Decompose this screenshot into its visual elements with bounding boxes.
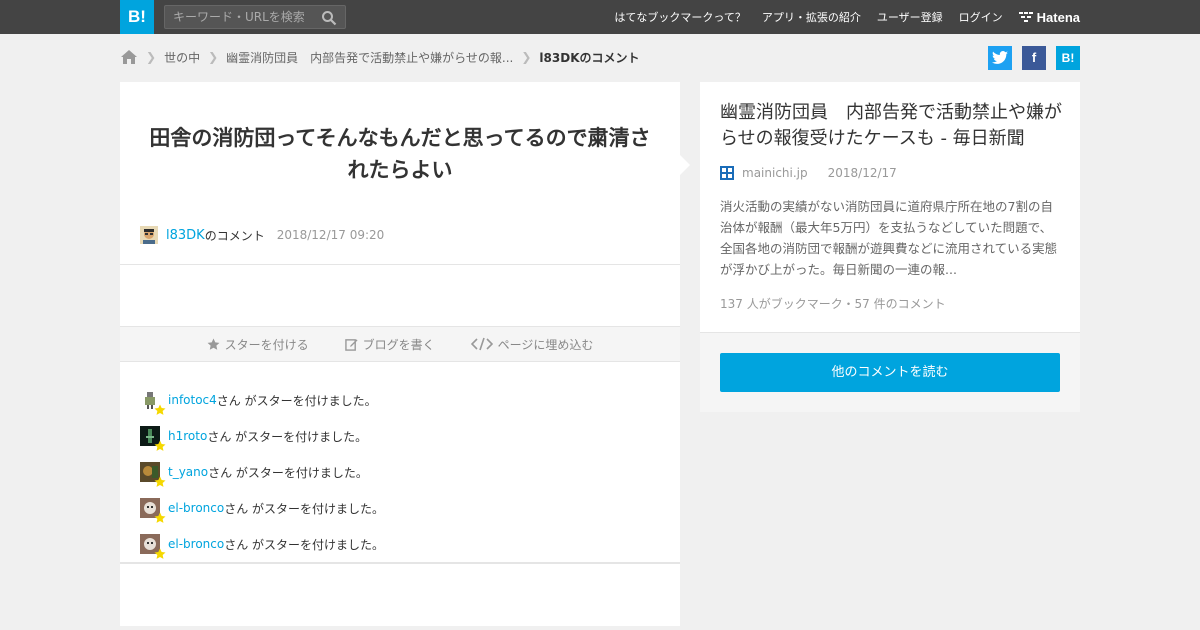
article-source: mainichi.jp 2018/12/17	[720, 166, 897, 180]
top-bar: B! はてなブックマークって？ アプリ・拡張の紹介 ユーザー登録 ログイン Ha…	[0, 0, 1200, 34]
star-user-link[interactable]: t_yano	[168, 465, 208, 479]
article-card-footer: 他のコメントを読む	[700, 333, 1080, 412]
add-star-label: スターを付ける	[224, 337, 309, 352]
nav-register[interactable]: ユーザー登録	[877, 9, 943, 25]
avatar[interactable]	[140, 390, 166, 415]
hatena-bookmark-button[interactable]: B!	[1056, 46, 1080, 70]
star-user-link[interactable]: infotoc4	[168, 393, 217, 407]
write-blog-button[interactable]: ブログを書く	[344, 336, 435, 353]
hatena-logo-icon	[1018, 12, 1033, 22]
search-input[interactable]	[165, 6, 315, 28]
edit-icon	[344, 338, 358, 351]
star-item: h1roto さん がスターを付けました。	[140, 418, 660, 454]
comment-date[interactable]: 2018/12/17 09:20	[277, 228, 385, 242]
star-icon	[154, 440, 166, 451]
star-icon	[154, 548, 166, 559]
divider	[120, 562, 680, 564]
star-item: el-bronco さん がスターを付けました。	[140, 526, 660, 562]
star-text: さん がスターを付けました。	[224, 537, 385, 552]
comment-user-link[interactable]: l83DK	[166, 228, 205, 243]
star-list: infotoc4 さん がスターを付けました。 h1roto さん がスターを付…	[140, 382, 660, 562]
avatar[interactable]	[140, 462, 166, 487]
add-star-button[interactable]: スターを付ける	[207, 336, 309, 353]
top-nav: はてなブックマークって？ アプリ・拡張の紹介 ユーザー登録 ログイン Haten…	[598, 0, 1080, 34]
card-pointer	[680, 155, 690, 175]
bookmark-counts[interactable]: 137 人がブックマーク・57 件のコメント	[720, 295, 946, 312]
star-icon	[154, 512, 166, 523]
article-description: 消火活動の実績がない消防団員に道府県庁所在地の7割の自治体が報酬（最大年5万円）…	[720, 199, 1058, 277]
breadcrumb: ❯ 世の中 ❯ 幽霊消防団員 内部告発で活動禁止や嫌がらせの報... ❯ l83…	[120, 44, 640, 70]
comment-card: 田舎の消防団ってそんなもんだと思ってるので粛清されたらよい l83DK のコメン…	[120, 82, 680, 626]
breadcrumb-category[interactable]: 世の中	[164, 49, 200, 66]
read-other-comments-button[interactable]: 他のコメントを読む	[720, 353, 1060, 392]
twitter-icon	[992, 51, 1008, 64]
write-blog-label: ブログを書く	[362, 337, 435, 352]
comment-user-suffix: のコメント	[204, 228, 265, 243]
chevron-right-icon: ❯	[146, 50, 157, 64]
star-user-link[interactable]: el-bronco	[168, 537, 224, 551]
action-bar: スターを付ける ブログを書く ページに埋め込む	[120, 326, 680, 362]
star-user-link[interactable]: el-bronco	[168, 501, 224, 515]
star-text: さん がスターを付けました。	[207, 429, 368, 444]
article-date: 2018/12/17	[827, 166, 897, 180]
avatar[interactable]	[140, 426, 166, 451]
star-user-link[interactable]: h1roto	[168, 429, 207, 443]
star-item: t_yano さん がスターを付けました。	[140, 454, 660, 490]
code-icon	[470, 337, 493, 351]
facebook-share-button[interactable]: f	[1022, 46, 1046, 70]
chevron-right-icon: ❯	[521, 50, 532, 64]
nav-apps[interactable]: アプリ・拡張の紹介	[762, 9, 861, 25]
article-title-link[interactable]: 幽霊消防団員 内部告発で活動禁止や嫌がらせの報復受けたケースも - 毎日新聞	[720, 100, 1065, 152]
star-text: さん がスターを付けました。	[216, 393, 377, 408]
nav-about[interactable]: はてなブックマークって？	[614, 9, 745, 25]
avatar[interactable]	[140, 226, 158, 244]
article-domain-link[interactable]: mainichi.jp	[742, 166, 808, 180]
divider	[120, 264, 680, 265]
nav-login[interactable]: ログイン	[959, 9, 1003, 25]
comment-text: 田舎の消防団ってそんなもんだと思ってるので粛清されたらよい	[149, 126, 651, 182]
comment-meta: l83DK のコメント 2018/12/17 09:20	[140, 225, 384, 245]
home-icon[interactable]	[120, 49, 138, 65]
twitter-share-button[interactable]	[988, 46, 1012, 70]
embed-button[interactable]: ページに埋め込む	[470, 336, 594, 353]
chevron-right-icon: ❯	[208, 50, 219, 64]
star-item: el-bronco さん がスターを付けました。	[140, 490, 660, 526]
avatar[interactable]	[140, 534, 166, 559]
hatena-bookmark-logo[interactable]: B!	[120, 0, 154, 34]
star-icon	[154, 476, 166, 487]
search-box[interactable]	[164, 5, 346, 29]
hatena-brand-label: Hatena	[1036, 9, 1080, 25]
breadcrumb-current: l83DKのコメント	[539, 50, 640, 65]
mainichi-favicon-icon	[720, 166, 734, 180]
share-buttons: f B!	[978, 46, 1080, 70]
star-icon	[207, 338, 220, 350]
star-item: infotoc4 さん がスターを付けました。	[140, 382, 660, 418]
hatena-brand[interactable]: Hatena	[1018, 9, 1080, 25]
star-icon	[154, 404, 166, 415]
breadcrumb-article[interactable]: 幽霊消防団員 内部告発で活動禁止や嫌がらせの報...	[226, 49, 513, 66]
embed-label: ページに埋め込む	[497, 337, 594, 352]
avatar[interactable]	[140, 498, 166, 523]
search-icon[interactable]	[321, 10, 337, 26]
star-text: さん がスターを付けました。	[224, 501, 385, 516]
star-text: さん がスターを付けました。	[208, 465, 368, 480]
